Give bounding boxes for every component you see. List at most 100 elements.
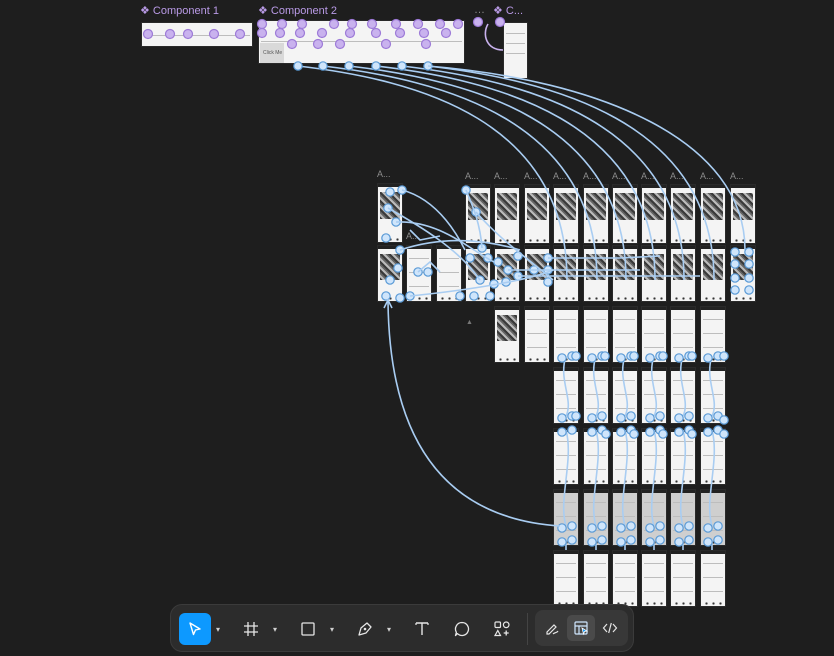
connection-node xyxy=(626,535,636,545)
connection-node xyxy=(719,351,729,361)
connection-node xyxy=(390,18,402,30)
text-icon xyxy=(415,622,429,635)
connection-node xyxy=(469,291,479,301)
connection-node xyxy=(423,267,433,277)
connection-node xyxy=(629,429,639,439)
design-canvas[interactable]: ❖ Component 1 ❖ Component 2 … ❖ C... Cli… xyxy=(0,0,834,656)
connection-node xyxy=(703,427,713,437)
mode-switcher xyxy=(535,610,628,646)
connection-node xyxy=(452,18,464,30)
pen-icon xyxy=(358,622,372,636)
layout-cursor-icon xyxy=(574,621,589,636)
connection-node xyxy=(655,521,665,531)
connection-node xyxy=(557,537,567,547)
connection-node xyxy=(393,263,403,273)
connection-node xyxy=(440,27,452,39)
connection-node xyxy=(645,427,655,437)
connection-node xyxy=(346,18,358,30)
connection-node xyxy=(658,351,668,361)
connection-node xyxy=(703,353,713,363)
connection-node xyxy=(557,427,567,437)
connection-node xyxy=(674,537,684,547)
connection-node xyxy=(684,535,694,545)
connection-node xyxy=(312,38,324,50)
comment-tool-button[interactable] xyxy=(446,613,478,645)
connection-node xyxy=(434,18,446,30)
frame-marker: ▲ xyxy=(466,319,473,326)
prototype-connection-line xyxy=(322,65,598,281)
connection-node xyxy=(366,18,378,30)
connection-node xyxy=(381,233,391,243)
prototype-connection-line xyxy=(592,355,600,417)
connection-node xyxy=(164,28,176,40)
prototype-connection-line xyxy=(708,429,716,527)
connection-node xyxy=(687,351,697,361)
connection-node xyxy=(601,429,611,439)
connection-node xyxy=(571,351,581,361)
connection-node xyxy=(274,27,286,39)
connection-node xyxy=(394,27,406,39)
connection-node xyxy=(587,427,597,437)
connection-node xyxy=(256,27,268,39)
rectangle-icon xyxy=(301,622,315,636)
connection-node xyxy=(380,38,392,50)
prototype-connection-line xyxy=(387,301,561,527)
connection-node xyxy=(719,429,729,439)
draw-mode-button[interactable] xyxy=(538,615,566,641)
connection-node xyxy=(674,353,684,363)
cursor-arrow-icon xyxy=(189,622,201,636)
move-tool-button[interactable] xyxy=(179,613,211,645)
shape-tool-button[interactable] xyxy=(292,613,324,645)
connection-node xyxy=(418,27,430,39)
pen-tool-button[interactable] xyxy=(349,613,381,645)
connection-node xyxy=(344,27,356,39)
connection-node xyxy=(730,247,740,257)
pen-tool-caret[interactable]: ▾ xyxy=(384,613,394,645)
connection-node xyxy=(674,523,684,533)
connection-node xyxy=(276,18,288,30)
connection-node xyxy=(485,291,495,301)
connection-node xyxy=(703,413,713,423)
connection-node xyxy=(385,275,395,285)
connection-node xyxy=(744,285,754,295)
connection-node xyxy=(381,291,391,301)
connection-node xyxy=(587,353,597,363)
connection-node xyxy=(616,353,626,363)
connection-node xyxy=(328,18,340,30)
text-tool-button[interactable] xyxy=(406,613,438,645)
bottom-toolbar: ▾ ▾ ▾ ▾ xyxy=(170,604,634,652)
prototype-connection-line xyxy=(465,189,483,249)
prototype-connection-line xyxy=(650,355,658,417)
connection-node xyxy=(465,253,475,263)
move-tool-caret[interactable]: ▾ xyxy=(213,613,223,645)
dev-mode-button[interactable] xyxy=(596,615,624,641)
connection-node xyxy=(182,28,194,40)
frame-tool-caret[interactable]: ▾ xyxy=(270,613,280,645)
connection-node xyxy=(567,425,577,435)
prototype-connection-line xyxy=(548,255,661,259)
shape-tool-caret[interactable]: ▾ xyxy=(327,613,337,645)
actions-tool-button[interactable] xyxy=(486,613,518,645)
frame-tool-button[interactable] xyxy=(235,613,267,645)
connection-node xyxy=(370,27,382,39)
connection-node xyxy=(597,521,607,531)
prototype-connections: ▲ xyxy=(142,16,754,550)
connection-node xyxy=(334,38,346,50)
connection-node xyxy=(587,413,597,423)
prototype-connection-line xyxy=(679,355,687,417)
connection-node xyxy=(344,61,354,71)
connection-node xyxy=(455,291,465,301)
design-mode-button[interactable] xyxy=(567,615,595,641)
prototype-connection-line xyxy=(621,355,629,417)
connection-node xyxy=(713,521,723,531)
prototype-connection-line xyxy=(348,65,627,281)
connection-node xyxy=(744,247,754,257)
connection-node xyxy=(626,521,636,531)
connection-node xyxy=(557,353,567,363)
connection-node xyxy=(629,351,639,361)
connection-node xyxy=(674,413,684,423)
connection-node xyxy=(744,259,754,269)
connection-node xyxy=(616,523,626,533)
connection-node xyxy=(385,187,395,197)
connection-node xyxy=(397,61,407,71)
